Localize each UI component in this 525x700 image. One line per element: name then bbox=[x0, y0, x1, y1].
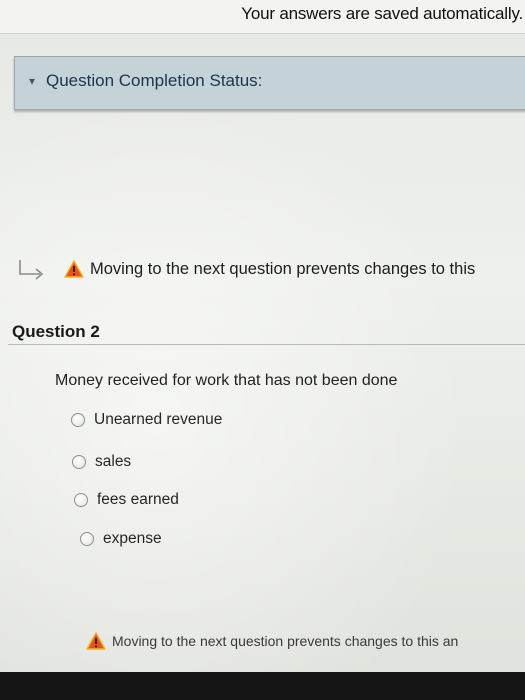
radio-button[interactable] bbox=[74, 493, 88, 507]
next-arrow-icon bbox=[19, 260, 44, 280]
question-title: Question 2 bbox=[12, 322, 100, 341]
radio-button[interactable] bbox=[71, 413, 85, 427]
warning-text: Moving to the next question prevents cha… bbox=[112, 633, 459, 649]
answer-option[interactable]: Unearned revenue bbox=[71, 411, 222, 429]
answer-option[interactable]: fees earned bbox=[74, 491, 179, 509]
completion-status-label[interactable]: Question Completion Status: bbox=[46, 71, 262, 91]
warning-text: Moving to the next question prevents cha… bbox=[90, 259, 476, 278]
chevron-down-icon[interactable]: ▾ bbox=[29, 74, 35, 88]
question-divider bbox=[8, 344, 525, 345]
question-prompt: Money received for work that has not bee… bbox=[55, 372, 398, 389]
autosave-notice: Your answers are saved automatically. bbox=[241, 4, 523, 23]
answer-option-label[interactable]: Unearned revenue bbox=[94, 411, 222, 429]
navigation-warning-bottom: Moving to the next question prevents cha… bbox=[86, 632, 458, 650]
screen-bezel bbox=[0, 672, 525, 700]
answer-option-label[interactable]: sales bbox=[95, 453, 131, 471]
navigation-warning-top: Moving to the next question prevents cha… bbox=[16, 258, 475, 280]
answer-option-label[interactable]: expense bbox=[103, 530, 162, 548]
warning-icon bbox=[86, 632, 106, 650]
warning-icon bbox=[64, 260, 84, 278]
radio-button[interactable] bbox=[72, 455, 86, 469]
answer-option[interactable]: expense bbox=[80, 530, 162, 548]
answer-option[interactable]: sales bbox=[72, 453, 131, 471]
radio-button[interactable] bbox=[80, 532, 94, 546]
top-bar: Your answers are saved automatically. bbox=[0, 0, 525, 34]
answer-option-label[interactable]: fees earned bbox=[97, 491, 179, 509]
question-completion-panel[interactable]: ▾ Question Completion Status: bbox=[14, 56, 525, 110]
